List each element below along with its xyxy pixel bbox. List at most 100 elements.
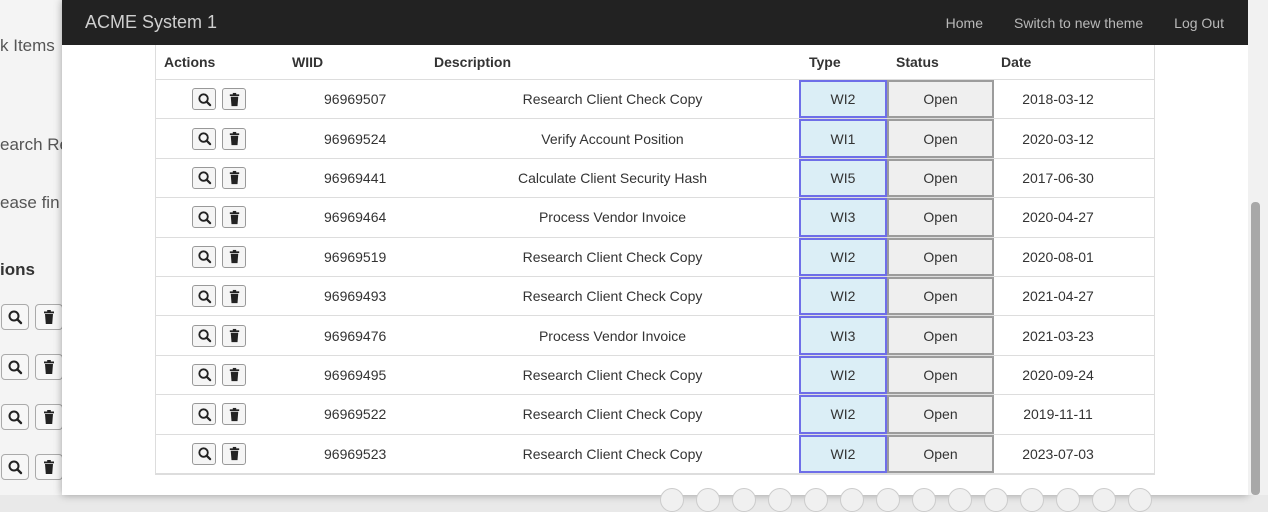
header-description: Description [434,54,512,70]
delete-trash-icon[interactable] [222,166,246,189]
delete-trash-icon[interactable] [222,324,246,347]
cell-wiid[interactable]: 96969441 [324,170,386,186]
cell-type: WI5 [799,158,887,198]
cell-type: WI3 [799,198,887,237]
cell-date: 2018-03-12 [1022,91,1094,108]
cell-wiid[interactable]: 96969493 [324,288,386,304]
delete-trash-icon[interactable] [222,127,246,150]
bg-search-icon [1,304,29,330]
delete-trash-icon[interactable] [222,206,246,229]
delete-trash-icon[interactable] [222,88,246,111]
cell-status: Open [887,434,994,473]
page-button[interactable] [876,488,900,512]
cell-status: Open [887,80,994,119]
cell-wiid[interactable]: 96969495 [324,367,386,383]
cell-description: Research Client Check Copy [522,248,703,265]
cell-date: 2020-03-12 [1022,130,1094,147]
page-button[interactable] [1128,488,1152,512]
nav-switch-theme-link[interactable]: Switch to new theme [1014,15,1143,31]
cell-description: Verify Account Position [541,130,684,147]
page-button[interactable] [840,488,864,512]
delete-trash-icon[interactable] [222,363,246,386]
table-row: 96969519 Research Client Check Copy WI2 … [156,237,1154,277]
page-button[interactable] [1020,488,1044,512]
row-actions [192,324,246,347]
view-magnifier-icon[interactable] [192,363,216,386]
cell-wiid[interactable]: 96969476 [324,328,386,344]
view-magnifier-icon[interactable] [192,127,216,150]
brand-title[interactable]: ACME System 1 [85,12,217,33]
table-row: 96969507 Research Client Check Copy WI2 … [156,80,1154,120]
view-magnifier-icon[interactable] [192,285,216,308]
cell-wiid[interactable]: 96969507 [324,91,386,107]
page-button[interactable] [1056,488,1080,512]
cell-wiid[interactable]: 96969523 [324,446,386,462]
delete-trash-icon[interactable] [222,245,246,268]
delete-trash-icon[interactable] [222,403,246,426]
cell-date: 2023-07-03 [1022,445,1094,462]
nav-logout-link[interactable]: Log Out [1174,15,1224,31]
page-button[interactable] [732,488,756,512]
table-row: 96969524 Verify Account Position WI1 Ope… [156,119,1154,159]
view-magnifier-icon[interactable] [192,206,216,229]
navbar: ACME System 1 Home Switch to new theme L… [62,0,1248,45]
scrollbar-thumb[interactable] [1251,202,1260,495]
cell-type: WI2 [799,277,887,316]
cell-type: WI2 [799,395,887,434]
work-items-table: Actions WIID Description Type Status Dat… [155,45,1155,475]
bg-trash-icon [35,404,63,430]
row-actions [192,206,246,229]
page-button[interactable] [948,488,972,512]
row-actions [192,245,246,268]
cell-description: Process Vendor Invoice [538,209,687,226]
cell-wiid[interactable]: 96969519 [324,249,386,265]
delete-trash-icon[interactable] [222,442,246,465]
table-row: 96969464 Process Vendor Invoice WI3 Open… [156,198,1154,238]
delete-trash-icon[interactable] [222,285,246,308]
page-button[interactable] [1092,488,1116,512]
bg-search-results-heading: earch Re [0,135,69,154]
view-magnifier-icon[interactable] [192,245,216,268]
cell-wiid[interactable]: 96969524 [324,131,386,147]
nav-links: Home Switch to new theme Log Out [946,15,1224,31]
cell-wiid[interactable]: 96969522 [324,406,386,422]
table-row: 96969495 Research Client Check Copy WI2 … [156,355,1154,396]
cell-description: Research Client Check Copy [522,91,703,108]
cell-date: 2020-09-24 [1022,366,1094,383]
cell-date: 2020-08-01 [1022,248,1094,265]
cell-status: Open [887,277,994,316]
page-button[interactable] [912,488,936,512]
row-actions [192,88,246,111]
cell-description: Research Client Check Copy [522,288,703,305]
cell-status: Open [887,316,994,355]
header-status: Status [896,54,939,70]
view-magnifier-icon[interactable] [192,88,216,111]
cell-wiid[interactable]: 96969464 [324,209,386,225]
cell-type: WI2 [799,237,887,276]
cell-type: WI2 [799,355,887,395]
cell-date: 2017-06-30 [1022,169,1094,186]
row-actions [192,285,246,308]
page-button[interactable] [660,488,684,512]
page-button[interactable] [696,488,720,512]
view-magnifier-icon[interactable] [192,166,216,189]
cell-date: 2021-03-23 [1022,327,1094,344]
view-magnifier-icon[interactable] [192,442,216,465]
bg-trash-icon [35,454,63,480]
row-actions [192,363,246,386]
cell-type: WI2 [799,80,887,119]
view-magnifier-icon[interactable] [192,324,216,347]
page-button[interactable] [768,488,792,512]
table-row: 96969476 Process Vendor Invoice WI3 Open… [156,316,1154,356]
cell-type: WI1 [799,119,887,158]
header-type: Type [809,54,841,70]
header-date: Date [1001,54,1032,70]
bg-actions-header: ions [0,260,35,279]
cell-status: Open [887,119,994,158]
page-button[interactable] [984,488,1008,512]
page-button[interactable] [804,488,828,512]
cell-status: Open [887,158,994,198]
nav-home-link[interactable]: Home [946,15,983,31]
cell-date: 2021-04-27 [1022,288,1094,305]
view-magnifier-icon[interactable] [192,403,216,426]
